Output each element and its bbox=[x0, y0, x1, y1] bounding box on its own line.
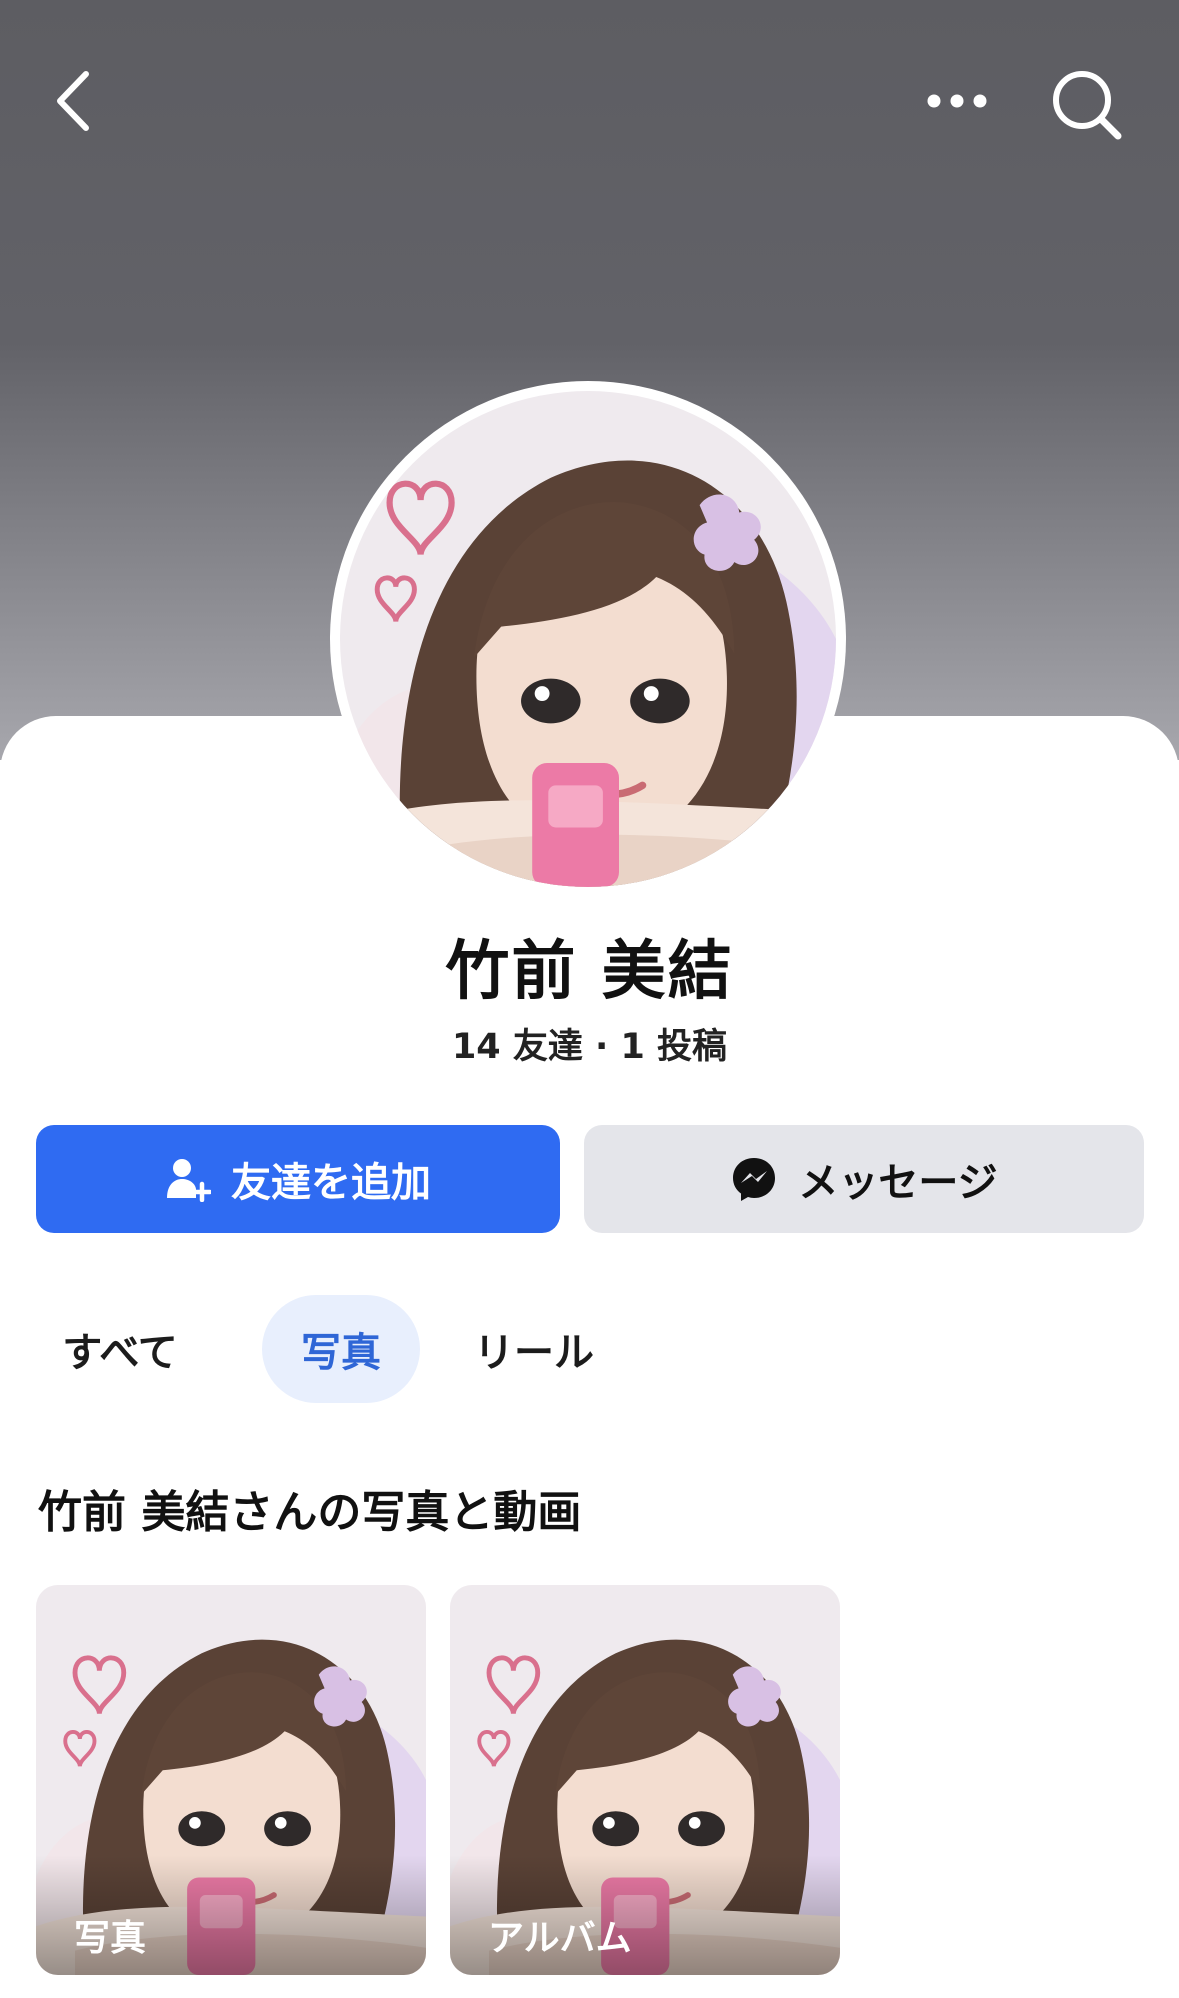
more-dots-icon bbox=[927, 94, 987, 108]
tab-reels[interactable]: リール bbox=[454, 1295, 614, 1403]
profile-page: 竹前 美結 14 友達 · 1 投稿 友達を追加 メッセージ すべて 写真 リー… bbox=[0, 0, 1179, 1998]
top-navigation-bar bbox=[0, 50, 1179, 160]
add-friend-label: 友達を追加 bbox=[231, 1160, 431, 1206]
tab-photos[interactable]: 写真 bbox=[262, 1295, 420, 1403]
chevron-left-icon bbox=[57, 71, 89, 131]
avatar-image bbox=[340, 391, 836, 887]
message-label: メッセージ bbox=[798, 1160, 998, 1206]
profile-avatar[interactable] bbox=[330, 381, 846, 897]
back-button[interactable] bbox=[38, 58, 108, 144]
more-options-button[interactable] bbox=[914, 70, 1000, 132]
profile-stats[interactable]: 14 友達 · 1 投稿 bbox=[0, 1018, 1179, 1069]
tab-all[interactable]: すべて bbox=[36, 1295, 204, 1403]
album-tile[interactable]: アルバム bbox=[450, 1585, 840, 1975]
messenger-icon bbox=[730, 1155, 778, 1203]
profile-name: 竹前 美結 bbox=[445, 935, 734, 1009]
album-tile-label: アルバム bbox=[488, 1918, 632, 1959]
photos-tile[interactable]: 写真 bbox=[36, 1585, 426, 1975]
photos-tile-label: 写真 bbox=[74, 1918, 147, 1959]
add-friend-button[interactable]: 友達を追加 bbox=[36, 1125, 560, 1233]
message-button[interactable]: メッセージ bbox=[584, 1125, 1144, 1233]
search-button[interactable] bbox=[1044, 62, 1130, 148]
section-title: 竹前 美結さんの写真と動画 bbox=[38, 1487, 582, 1538]
person-plus-icon bbox=[165, 1156, 211, 1202]
search-icon bbox=[1053, 71, 1122, 140]
